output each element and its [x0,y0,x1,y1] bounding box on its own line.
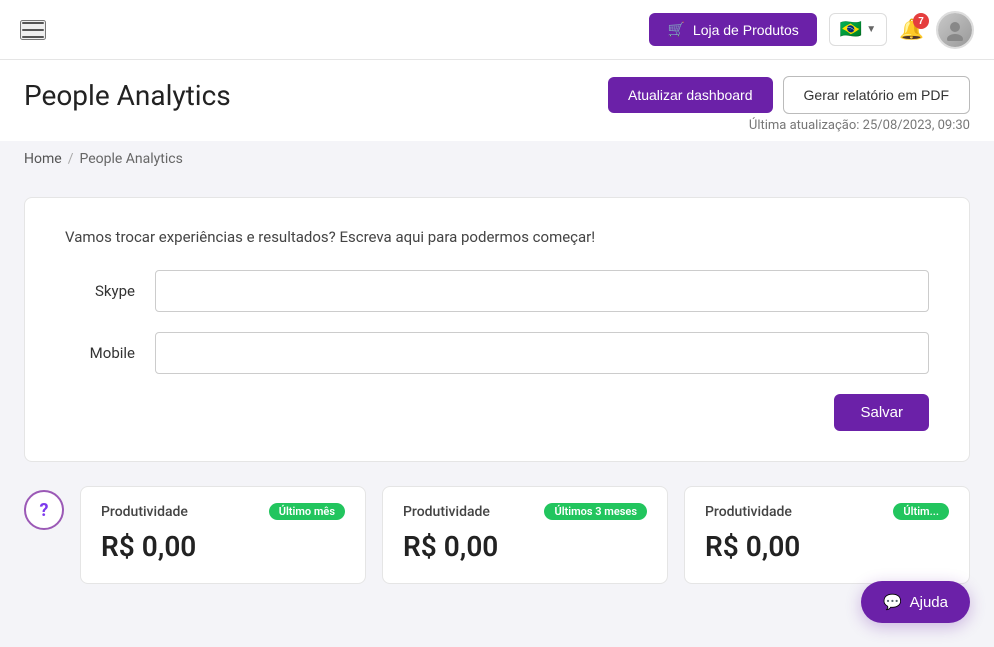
breadcrumb-separator: / [68,151,74,167]
mobile-label: Mobile [65,344,135,362]
top-nav: 🛒 Loja de Produtos 🇧🇷 ▼ 🔔 7 [0,0,994,60]
flag-button[interactable]: 🇧🇷 ▼ [829,13,887,46]
page-header: People Analytics Atualizar dashboard Ger… [0,60,994,141]
mobile-row: Mobile [65,332,929,374]
mobile-input[interactable] [155,332,929,374]
skype-input[interactable] [155,270,929,312]
help-circle-button[interactable]: ? [24,490,64,530]
skype-label: Skype [65,282,135,300]
metric-card-title-0: Produtividade [101,504,188,520]
metric-value-1: R$ 0,00 [403,530,647,563]
metric-card-header-0: Produtividade Último mês [101,503,345,520]
last-update-text: Última atualização: 25/08/2023, 09:30 [24,118,970,133]
page-header-top: People Analytics Atualizar dashboard Ger… [24,76,970,114]
form-actions: Salvar [65,394,929,431]
save-button[interactable]: Salvar [834,394,929,431]
metric-badge-2: Últim... [893,503,949,520]
metric-card-header-1: Produtividade Últimos 3 meses [403,503,647,520]
metric-card-title-1: Produtividade [403,504,490,520]
metric-card-0: Produtividade Último mês R$ 0,00 [80,486,366,584]
hamburger-line-2 [22,29,44,31]
header-actions: Atualizar dashboard Gerar relatório em P… [608,76,970,114]
cart-icon: 🛒 [667,21,684,38]
skype-row: Skype [65,270,929,312]
avatar [938,13,972,47]
breadcrumb-current: People Analytics [79,151,182,167]
notification-badge: 7 [913,13,929,29]
nav-right: 🛒 Loja de Produtos 🇧🇷 ▼ 🔔 7 [649,11,974,49]
cards-section: ? Produtividade Último mês R$ 0,00 Produ… [24,486,970,584]
metric-card-2: Produtividade Últim... R$ 0,00 [684,486,970,584]
metric-value-2: R$ 0,00 [705,530,949,563]
ajuda-label: Ajuda [910,594,948,611]
update-dashboard-button[interactable]: Atualizar dashboard [608,77,773,113]
page-title: People Analytics [24,79,231,112]
metric-badge-0: Último mês [269,503,345,520]
notifications-button[interactable]: 🔔 7 [899,17,924,42]
metric-card-header-2: Produtividade Últim... [705,503,949,520]
chat-icon: 💬 [883,593,902,611]
metric-value-0: R$ 0,00 [101,530,345,563]
store-button[interactable]: 🛒 Loja de Produtos [649,13,816,46]
metrics-cards-row: Produtividade Último mês R$ 0,00 Produti… [80,486,970,584]
hamburger-button[interactable] [20,20,46,40]
ajuda-button[interactable]: 💬 Ajuda [861,581,970,623]
hamburger-line-3 [22,36,44,38]
metric-badge-1: Últimos 3 meses [544,503,647,520]
metric-card-title-2: Produtividade [705,504,792,520]
store-button-label: Loja de Produtos [693,22,799,38]
generate-pdf-button[interactable]: Gerar relatório em PDF [783,76,970,114]
metric-card-1: Produtividade Últimos 3 meses R$ 0,00 [382,486,668,584]
chevron-down-icon: ▼ [866,24,876,35]
main-content: Vamos trocar experiências e resultados? … [0,177,994,604]
contact-intro-text: Vamos trocar experiências e resultados? … [65,228,929,246]
avatar-button[interactable] [936,11,974,49]
breadcrumb: Home / People Analytics [0,141,994,177]
hamburger-line-1 [22,22,44,24]
breadcrumb-home-link[interactable]: Home [24,151,62,167]
contact-card: Vamos trocar experiências e resultados? … [24,197,970,462]
flag-emoji: 🇧🇷 [840,19,862,40]
